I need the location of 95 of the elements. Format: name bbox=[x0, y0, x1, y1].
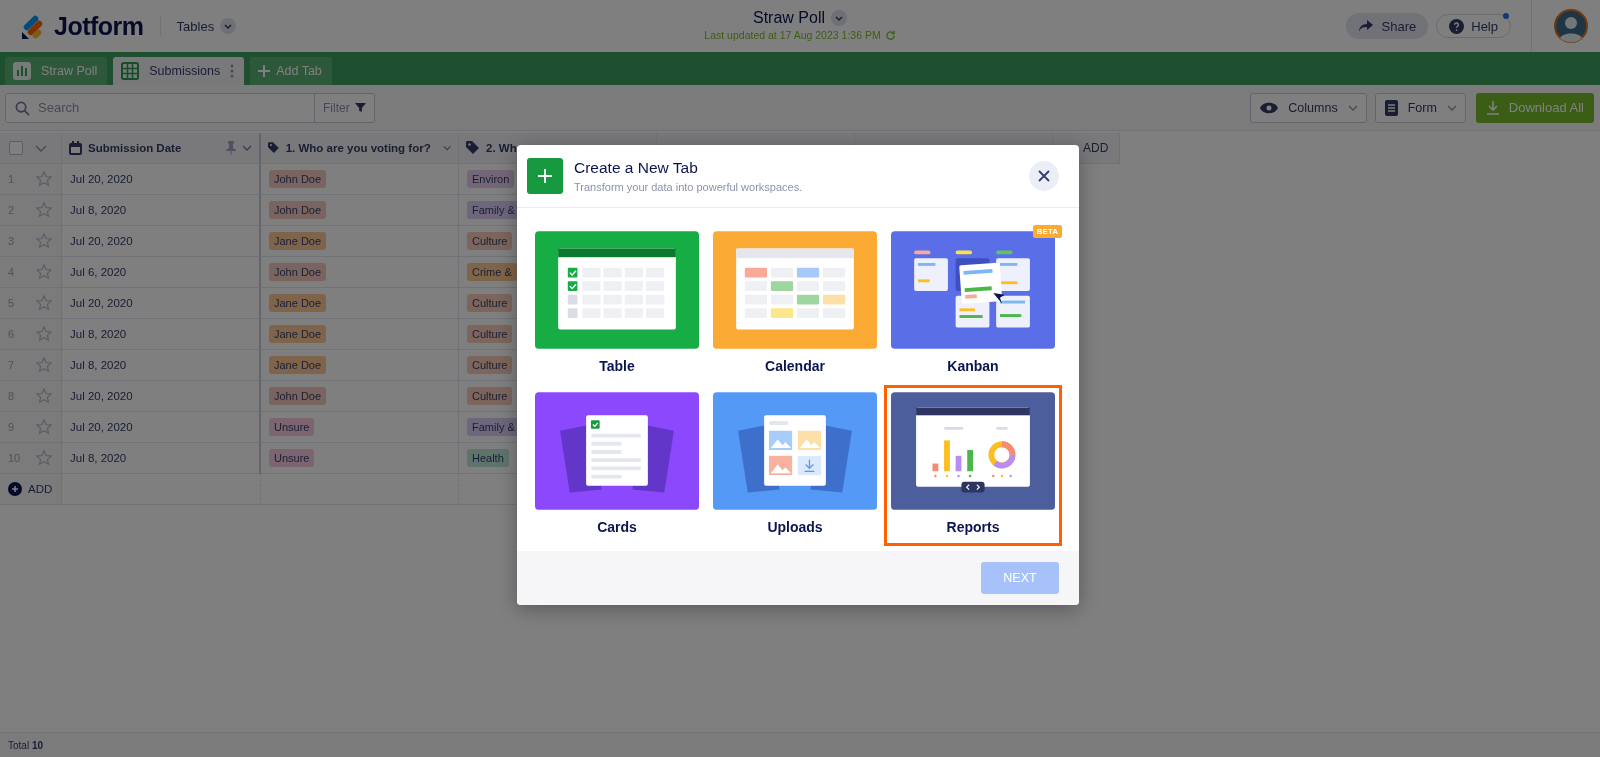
workspace-dropdown[interactable]: Tables bbox=[176, 18, 237, 34]
table-cell: Jul 8, 2020 bbox=[70, 204, 127, 216]
view-option[interactable]: Cards bbox=[528, 385, 706, 546]
tag: Family & bbox=[467, 201, 520, 219]
tag: Culture bbox=[467, 294, 513, 312]
plus-icon bbox=[258, 65, 271, 77]
star-icon[interactable] bbox=[36, 388, 52, 404]
dialog-title: Create a New Tab bbox=[574, 159, 699, 177]
view-option[interactable]: Uploads bbox=[706, 385, 884, 546]
star-icon[interactable] bbox=[36, 171, 52, 187]
tag: Environ bbox=[467, 170, 515, 188]
filter-icon bbox=[354, 102, 366, 113]
star-icon[interactable] bbox=[36, 450, 52, 466]
calendar-icon bbox=[69, 141, 82, 155]
refresh-icon[interactable] bbox=[884, 29, 896, 41]
view-option[interactable]: Reports bbox=[884, 385, 1062, 546]
filter-button[interactable]: Filter bbox=[314, 92, 375, 123]
table-cell: Jul 20, 2020 bbox=[70, 421, 133, 433]
tag: Jane Doe bbox=[269, 356, 327, 374]
tag: Culture bbox=[467, 325, 513, 343]
star-icon[interactable] bbox=[36, 326, 52, 342]
star-icon[interactable] bbox=[36, 264, 52, 280]
table-cell: Jul 8, 2020 bbox=[70, 328, 127, 340]
chart-icon bbox=[13, 62, 31, 80]
dialog-subtitle: Transform your data into powerful workspaces. bbox=[574, 181, 803, 193]
form-button[interactable]: Form bbox=[1374, 92, 1466, 123]
share-button[interactable]: Share bbox=[1345, 13, 1429, 39]
column-header[interactable]: Submission Date bbox=[62, 133, 261, 164]
tag: Culture bbox=[467, 232, 513, 250]
more-icon[interactable] bbox=[230, 63, 235, 79]
close-icon bbox=[1038, 170, 1050, 182]
table-cell: Jul 8, 2020 bbox=[70, 452, 127, 464]
table-cell: Jul 20, 2020 bbox=[70, 235, 133, 247]
select-all-checkbox[interactable] bbox=[9, 141, 23, 155]
column-header[interactable]: 1. Who are you voting for? bbox=[261, 133, 459, 164]
tag: John Doe bbox=[269, 263, 327, 281]
chevron-icon bbox=[1446, 104, 1457, 111]
star-icon[interactable] bbox=[36, 357, 52, 373]
chevron-icon[interactable] bbox=[442, 145, 451, 151]
view-option[interactable]: Table bbox=[528, 224, 706, 385]
tag-icon bbox=[466, 141, 480, 155]
share-icon bbox=[1357, 19, 1374, 33]
plus-circle-icon bbox=[8, 482, 22, 496]
tag: Unsure bbox=[269, 418, 315, 436]
help-button[interactable]: Help bbox=[1436, 14, 1511, 38]
search-icon bbox=[15, 100, 30, 116]
tag: Family & bbox=[467, 418, 520, 436]
help-icon bbox=[1449, 18, 1465, 34]
view-option[interactable]: BETA Kanban bbox=[884, 224, 1062, 385]
tag-icon bbox=[268, 141, 280, 155]
chevron-icon[interactable] bbox=[35, 144, 47, 152]
plus-icon bbox=[527, 158, 563, 194]
table-cell: Jul 20, 2020 bbox=[70, 173, 133, 185]
tag: John Doe bbox=[269, 387, 327, 405]
tag: John Doe bbox=[269, 201, 327, 219]
star-icon[interactable] bbox=[36, 202, 52, 218]
chevron-icon[interactable] bbox=[831, 10, 847, 26]
tag: Unsure bbox=[269, 449, 315, 467]
last-updated-text: Last updated at 17 Aug 2023 1:36 PM bbox=[704, 29, 881, 41]
table-cell: Jul 6, 2020 bbox=[70, 266, 127, 278]
pin-icon[interactable] bbox=[226, 141, 236, 155]
search-field[interactable]: Search bbox=[5, 92, 315, 123]
logo-text[interactable]: Jotform bbox=[54, 11, 144, 41]
tag: Jane Doe bbox=[269, 232, 327, 250]
tag: Health bbox=[467, 449, 509, 467]
tag: Jane Doe bbox=[269, 294, 327, 312]
form-title[interactable]: Straw Poll bbox=[753, 9, 825, 27]
star-icon[interactable] bbox=[36, 419, 52, 435]
add-column-button[interactable]: ADD bbox=[1083, 141, 1109, 155]
columns-button[interactable]: Columns bbox=[1250, 92, 1367, 123]
tag: John Doe bbox=[269, 170, 327, 188]
tab[interactable]: Straw Poll bbox=[5, 57, 108, 85]
grid-icon bbox=[121, 62, 140, 80]
star-icon[interactable] bbox=[36, 233, 52, 249]
total-count: Total 10 bbox=[8, 739, 44, 751]
download-icon bbox=[1485, 100, 1500, 115]
star-icon[interactable] bbox=[36, 295, 52, 311]
table-cell: Jul 20, 2020 bbox=[70, 390, 133, 402]
tag: Culture bbox=[467, 356, 513, 374]
beta-badge: BETA bbox=[1032, 225, 1062, 238]
chevron-icon[interactable] bbox=[242, 145, 252, 151]
chevron-icon bbox=[220, 18, 237, 34]
table-cell: Jul 8, 2020 bbox=[70, 359, 127, 371]
close-button[interactable] bbox=[1029, 161, 1059, 191]
tag: Crime & bbox=[467, 263, 517, 281]
tab[interactable]: Submissions bbox=[113, 57, 245, 85]
table-cell: Jul 20, 2020 bbox=[70, 297, 133, 309]
view-option[interactable]: Calendar bbox=[706, 224, 884, 385]
tag: Jane Doe bbox=[269, 325, 327, 343]
document-icon bbox=[1384, 99, 1398, 116]
tag: Culture bbox=[467, 387, 513, 405]
eye-icon bbox=[1260, 101, 1279, 114]
chevron-icon bbox=[1347, 104, 1358, 111]
avatar[interactable] bbox=[1554, 9, 1588, 43]
add-tab-button[interactable]: Add Tab bbox=[250, 57, 332, 85]
